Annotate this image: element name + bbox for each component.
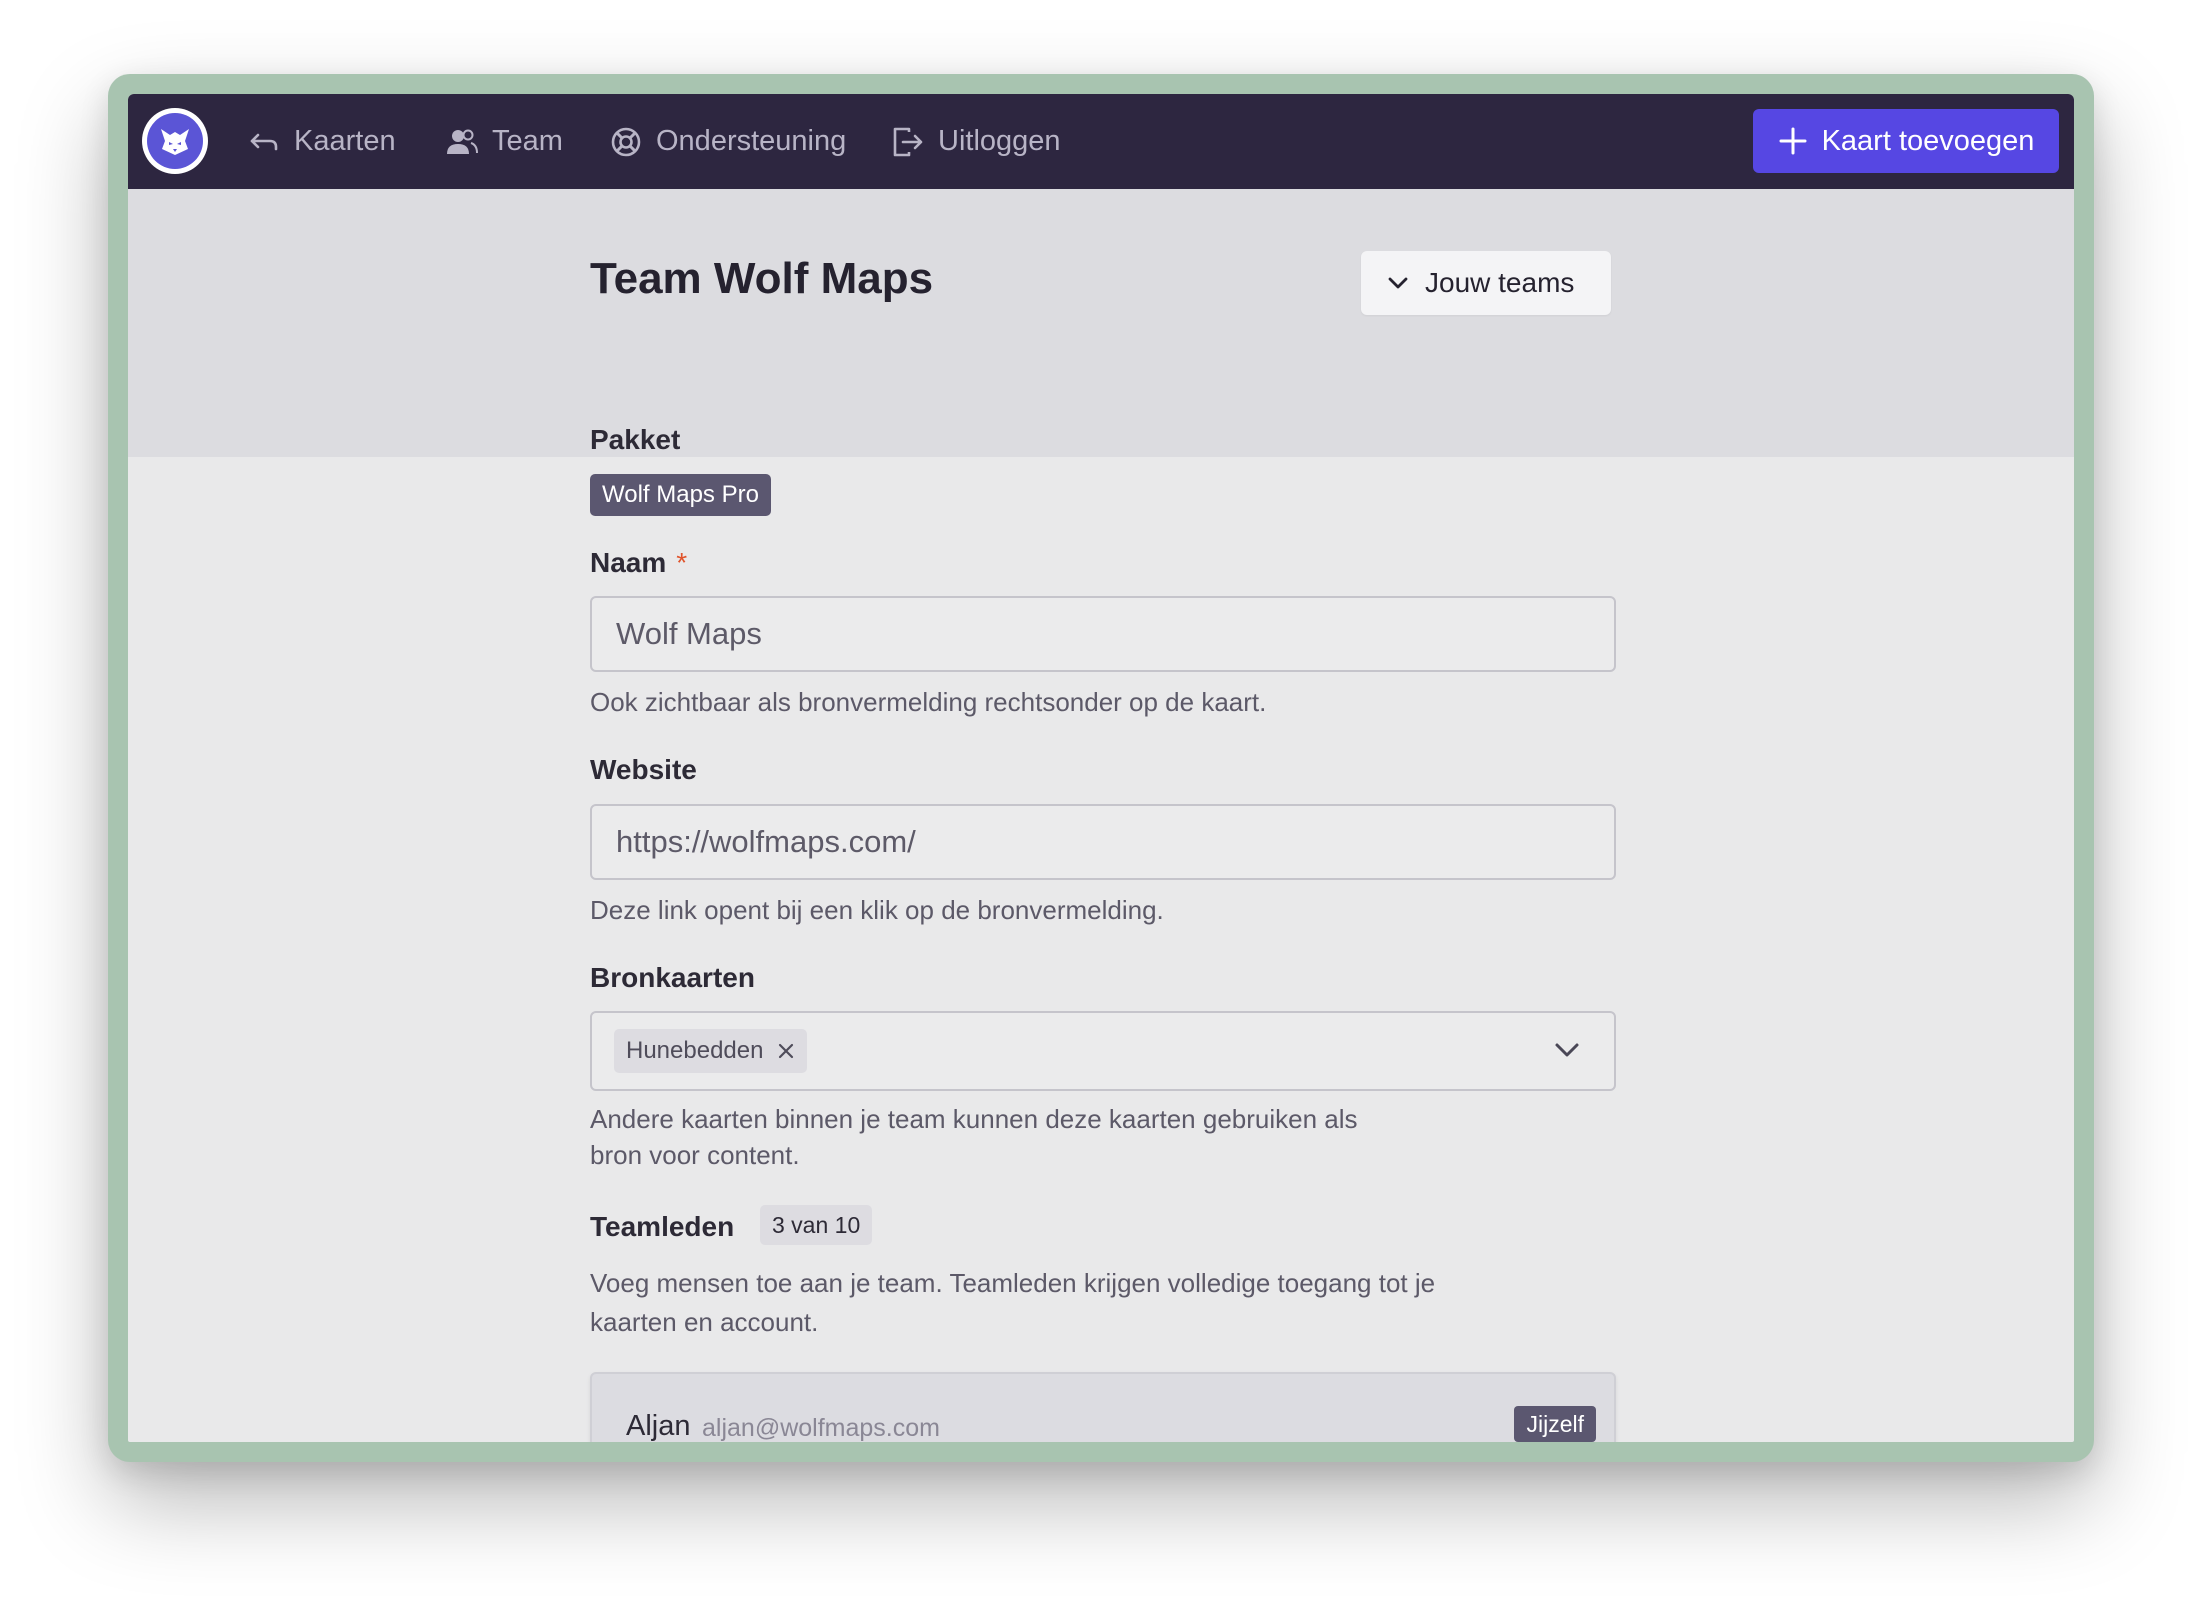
required-marker: * [676, 547, 688, 578]
website-input[interactable]: https://wolfmaps.com/ [590, 804, 1616, 880]
nav-maps-link[interactable]: Kaarten [248, 94, 396, 189]
add-map-label: Kaart toevoegen [1821, 124, 2035, 157]
top-navbar: Kaarten Team Ondersteuning Uitloggen Kaa… [128, 94, 2074, 189]
source-map-chip: Hunebedden [614, 1029, 808, 1073]
source-maps-help-text: Andere kaarten binnen je team kunnen dez… [590, 1101, 1358, 1173]
name-input[interactable]: Wolf Maps [590, 596, 1616, 672]
chevron-down-icon [1388, 277, 1408, 289]
page-title: Team Wolf Maps [590, 254, 934, 303]
arrow-back-icon [250, 133, 278, 150]
nav-logout-label: Uitloggen [938, 125, 1061, 157]
logo[interactable] [142, 108, 208, 174]
members-label: Teamleden [590, 1211, 735, 1242]
name-label: Naam * [590, 547, 687, 579]
nav-team-label: Team [492, 125, 563, 157]
website-help-text: Deze link opent bij een klik op de bronv… [590, 895, 1164, 925]
website-label: Website [590, 754, 697, 785]
members-help-text: Voeg mensen toe aan je team. Teamleden k… [590, 1264, 1435, 1342]
plus-icon [1779, 127, 1807, 155]
source-maps-help-line2: bron voor content. [590, 1140, 800, 1170]
source-maps-label: Bronkaarten [590, 962, 755, 993]
users-icon [447, 129, 478, 154]
logout-icon [893, 127, 923, 156]
source-maps-help-line1: Andere kaarten binnen je team kunnen dez… [590, 1104, 1358, 1134]
members-help-line2: kaarten en account. [590, 1307, 819, 1337]
add-map-button[interactable]: Kaart toevoegen [1753, 109, 2059, 173]
plan-label: Pakket [590, 424, 681, 455]
source-maps-select[interactable]: Hunebedden [590, 1011, 1616, 1091]
chevron-down-icon[interactable] [1554, 1041, 1580, 1059]
nav-maps-label: Kaarten [294, 125, 396, 157]
nav-team-link[interactable]: Team [446, 94, 563, 189]
member-email: aljan@wolfmaps.com [702, 1414, 940, 1442]
nav-logout-link[interactable]: Uitloggen [892, 94, 1061, 189]
source-map-chip-label: Hunebedden [626, 1037, 764, 1064]
app-window: Kaarten Team Ondersteuning Uitloggen Kaa… [128, 94, 2074, 1442]
close-icon[interactable] [777, 1042, 795, 1060]
name-input-value: Wolf Maps [616, 616, 762, 651]
your-teams-dropdown[interactable]: Jouw teams [1361, 251, 1611, 315]
members-help-line1: Voeg mensen toe aan je team. Teamleden k… [590, 1268, 1436, 1298]
nav-support-link[interactable]: Ondersteuning [610, 94, 846, 189]
name-help-text: Ook zichtbaar als bronvermelding rechtso… [590, 687, 1267, 717]
member-name: Aljan [626, 1410, 691, 1442]
wolf-logo-icon [147, 113, 203, 169]
page-header [128, 189, 2074, 457]
your-teams-label: Jouw teams [1425, 267, 1575, 298]
website-input-value: https://wolfmaps.com/ [616, 824, 916, 859]
plan-badge: Wolf Maps Pro [590, 474, 771, 516]
name-label-text: Naam [590, 547, 667, 578]
members-count-badge: 3 van 10 [760, 1205, 873, 1245]
member-card[interactable]: Aljan aljan@wolfmaps.com Jijzelf [590, 1372, 1616, 1442]
self-badge: Jijzelf [1514, 1406, 1596, 1442]
nav-support-label: Ondersteuning [656, 125, 847, 157]
lifebuoy-icon [611, 127, 641, 156]
